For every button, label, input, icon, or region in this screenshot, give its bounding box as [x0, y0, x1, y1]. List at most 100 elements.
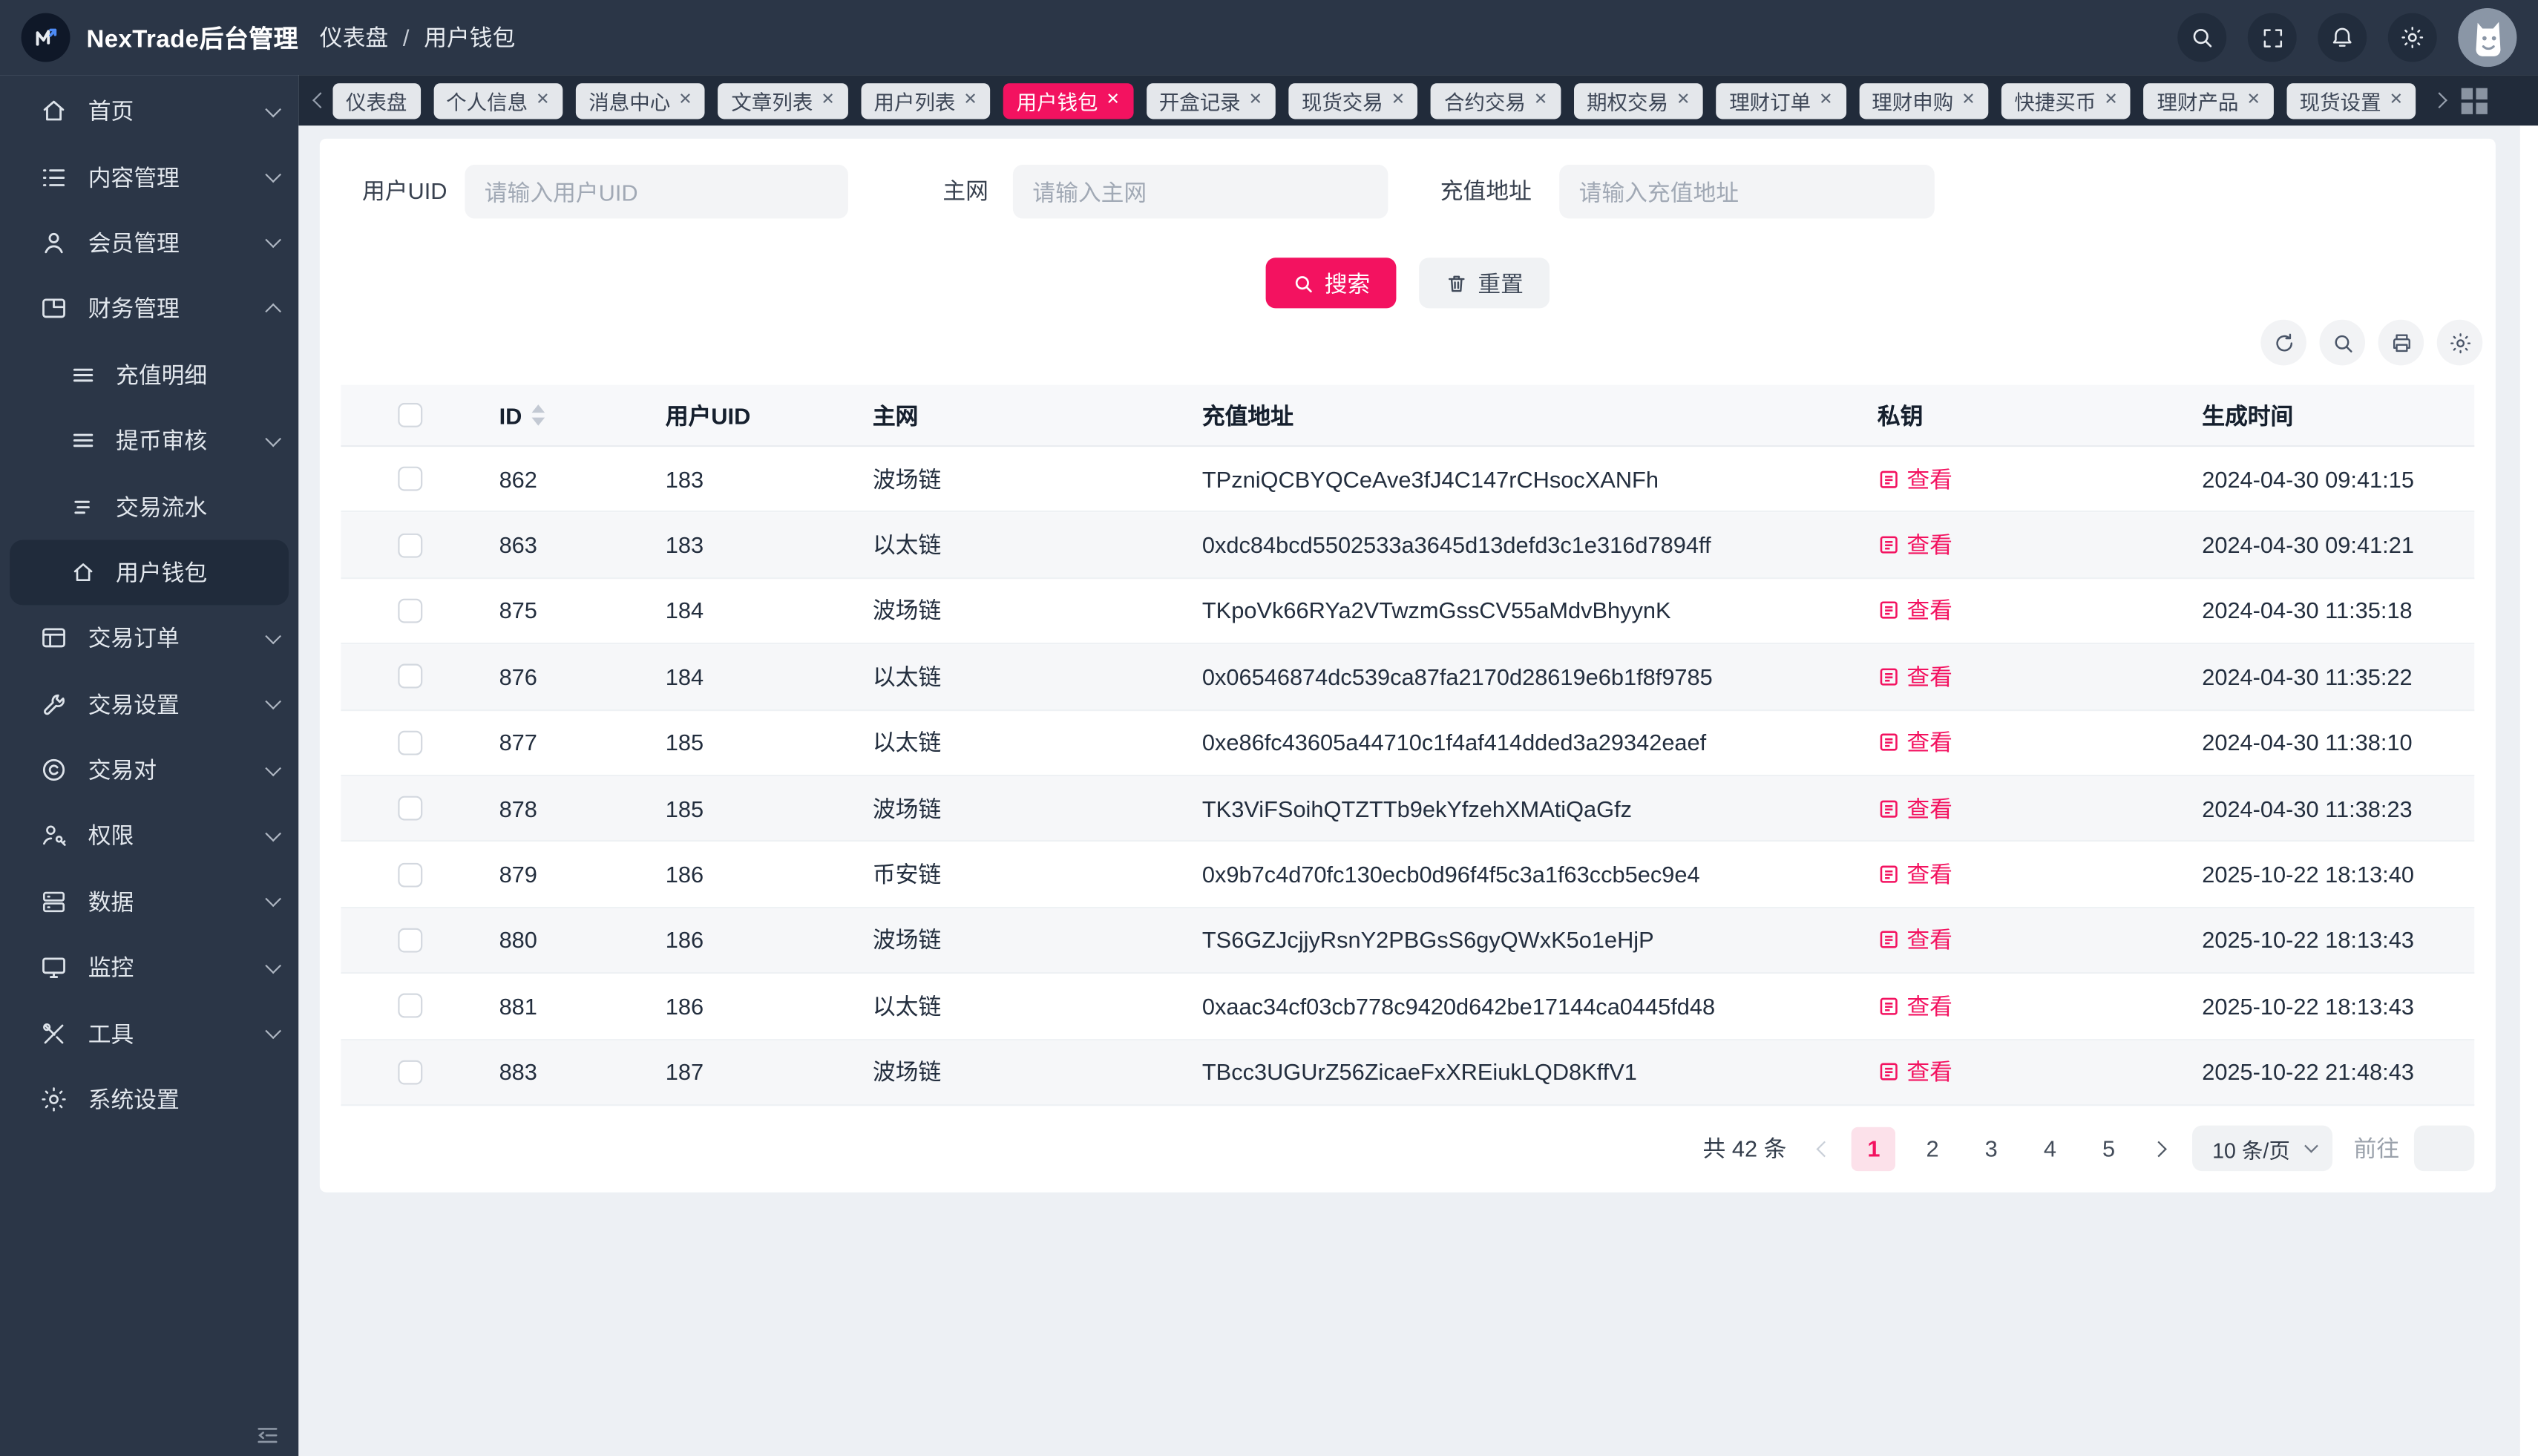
table-search-icon[interactable] [2319, 319, 2366, 366]
sidebar-item-data[interactable]: 数据 [0, 869, 298, 935]
sidebar-item-trade-settings[interactable]: 交易设置 [0, 671, 298, 737]
page-5[interactable]: 5 [2087, 1127, 2131, 1170]
tab-wealth-orders[interactable]: 理财订单 ✕ [1716, 82, 1846, 119]
close-icon[interactable]: ✕ [963, 91, 977, 108]
tab-personal-info[interactable]: 个人信息 ✕ [433, 82, 563, 119]
close-icon[interactable]: ✕ [2390, 91, 2403, 108]
tab-box-records[interactable]: 开盒记录 ✕ [1146, 82, 1276, 119]
row-checkbox[interactable] [398, 664, 423, 689]
sidebar-item-trade-orders[interactable]: 交易订单 [0, 606, 298, 672]
close-icon[interactable]: ✕ [1534, 91, 1547, 108]
view-private-key-link[interactable]: 查看 [1878, 792, 1952, 824]
search-icon[interactable] [2177, 13, 2227, 62]
network-input[interactable] [1012, 164, 1388, 219]
view-private-key-link[interactable]: 查看 [1878, 660, 1952, 693]
refresh-icon[interactable] [2260, 319, 2306, 366]
view-private-key-link[interactable]: 查看 [1878, 528, 1952, 561]
tab-user-list[interactable]: 用户列表 ✕ [860, 82, 991, 119]
sidebar-item-recharge-details[interactable]: 充值明细 [0, 342, 298, 408]
next-page-icon[interactable] [2145, 1126, 2171, 1172]
view-private-key-link[interactable]: 查看 [1878, 1056, 1952, 1089]
tab-wealth-subscribe[interactable]: 理财申购 ✕ [1858, 82, 1989, 119]
row-checkbox[interactable] [398, 928, 423, 953]
sidebar-item-home[interactable]: 首页 [0, 79, 298, 145]
page-size-select[interactable]: 10 条/页 [2192, 1125, 2333, 1172]
sidebar-collapse-icon[interactable] [255, 1423, 281, 1449]
notifications-bell-icon[interactable] [2318, 13, 2367, 62]
close-icon[interactable]: ✕ [1819, 91, 1832, 108]
chevron-down-icon [265, 1023, 282, 1040]
tab-article-list[interactable]: 文章列表 ✕ [718, 82, 848, 119]
page-4[interactable]: 4 [2028, 1127, 2072, 1170]
row-checkbox[interactable] [398, 598, 423, 623]
tabs-scroll-right-icon[interactable] [2427, 92, 2452, 109]
close-icon[interactable]: ✕ [1391, 91, 1405, 108]
view-private-key-link[interactable]: 查看 [1878, 990, 1952, 1023]
table-row: 862 183 波场链 TPzniQCBYQCeAve3fJ4C147rCHso… [341, 447, 2475, 514]
close-icon[interactable]: ✕ [1249, 91, 1262, 108]
sidebar-item-user-wallet[interactable]: 用户钱包 [10, 539, 289, 606]
fullscreen-icon[interactable] [2247, 13, 2297, 62]
uid-input[interactable] [465, 164, 848, 219]
page-2[interactable]: 2 [1910, 1127, 1954, 1170]
sidebar-item-trade-pairs[interactable]: 交易对 [0, 737, 298, 803]
view-private-key-link[interactable]: 查看 [1878, 858, 1952, 891]
sort-icon[interactable] [531, 404, 545, 426]
sidebar-item-transaction-flow[interactable]: 交易流水 [0, 473, 298, 540]
tab-contract-trade[interactable]: 合约交易 ✕ [1431, 82, 1561, 119]
page-1[interactable]: 1 [1852, 1126, 1896, 1171]
tab-message-center[interactable]: 消息中心 ✕ [575, 82, 706, 119]
view-private-key-link[interactable]: 查看 [1878, 463, 1952, 496]
row-checkbox[interactable] [398, 796, 423, 821]
tab-options-trade[interactable]: 期权交易 ✕ [1573, 82, 1704, 119]
close-icon[interactable]: ✕ [2246, 91, 2260, 108]
settings-gear-icon[interactable] [2387, 13, 2437, 62]
close-icon[interactable]: ✕ [821, 91, 834, 108]
print-icon[interactable] [2378, 319, 2424, 366]
breadcrumb-item-dashboard[interactable]: 仪表盘 [320, 22, 388, 54]
row-checkbox[interactable] [398, 730, 423, 755]
row-checkbox[interactable] [398, 467, 423, 491]
close-icon[interactable]: ✕ [1961, 91, 1975, 108]
sidebar-item-finance[interactable]: 财务管理 [0, 276, 298, 342]
close-icon[interactable]: ✕ [1676, 91, 1690, 108]
row-checkbox[interactable] [398, 994, 423, 1019]
close-icon[interactable]: ✕ [1106, 91, 1120, 108]
sidebar-item-content[interactable]: 内容管理 [0, 144, 298, 210]
row-checkbox[interactable] [398, 532, 423, 557]
close-icon[interactable]: ✕ [536, 91, 549, 108]
tabs-scroll-left-icon[interactable] [308, 92, 332, 109]
page-3[interactable]: 3 [1970, 1127, 2013, 1170]
row-checkbox[interactable] [398, 862, 423, 887]
close-icon[interactable]: ✕ [678, 91, 692, 108]
sidebar-item-system-settings[interactable]: 系统设置 [0, 1066, 298, 1132]
prev-page-icon[interactable] [1811, 1126, 1837, 1172]
sidebar-item-monitor[interactable]: 监控 [0, 935, 298, 1001]
goto-page-input[interactable] [2413, 1125, 2475, 1172]
close-icon[interactable]: ✕ [2104, 91, 2117, 108]
app-title: NexTrade后台管理 [86, 25, 299, 53]
address-input[interactable] [1559, 164, 1935, 219]
chevron-down-icon [265, 430, 282, 447]
tab-dashboard[interactable]: 仪表盘 [332, 82, 421, 119]
tab-quick-buy[interactable]: 快捷买币 ✕ [2001, 82, 2131, 119]
reset-button[interactable]: 重置 [1419, 258, 1550, 309]
user-avatar[interactable] [2458, 7, 2517, 68]
tab-spot-settings[interactable]: 现货设置 ✕ [2286, 82, 2416, 119]
sidebar-item-members[interactable]: 会员管理 [0, 210, 298, 276]
view-private-key-link[interactable]: 查看 [1878, 924, 1952, 957]
select-all-checkbox[interactable] [398, 402, 423, 427]
view-private-key-link[interactable]: 查看 [1878, 727, 1952, 759]
view-private-key-link[interactable]: 查看 [1878, 594, 1952, 627]
search-button[interactable]: 搜索 [1265, 258, 1397, 309]
tab-wealth-products[interactable]: 理财产品 ✕ [2143, 82, 2274, 119]
tab-spot-trade[interactable]: 现货交易 ✕ [1288, 82, 1418, 119]
row-checkbox[interactable] [398, 1060, 423, 1084]
sidebar-item-permissions[interactable]: 权限 [0, 803, 298, 869]
tabs-overview-grid-icon[interactable] [2461, 87, 2488, 114]
column-settings-gear-icon[interactable] [2436, 319, 2483, 366]
scrollbar[interactable] [2519, 125, 2538, 1456]
sidebar-item-tools[interactable]: 工具 [0, 1000, 298, 1066]
sidebar-item-withdraw-review[interactable]: 提币审核 [0, 407, 298, 473]
tab-user-wallet[interactable]: 用户钱包 ✕ [1003, 82, 1133, 119]
